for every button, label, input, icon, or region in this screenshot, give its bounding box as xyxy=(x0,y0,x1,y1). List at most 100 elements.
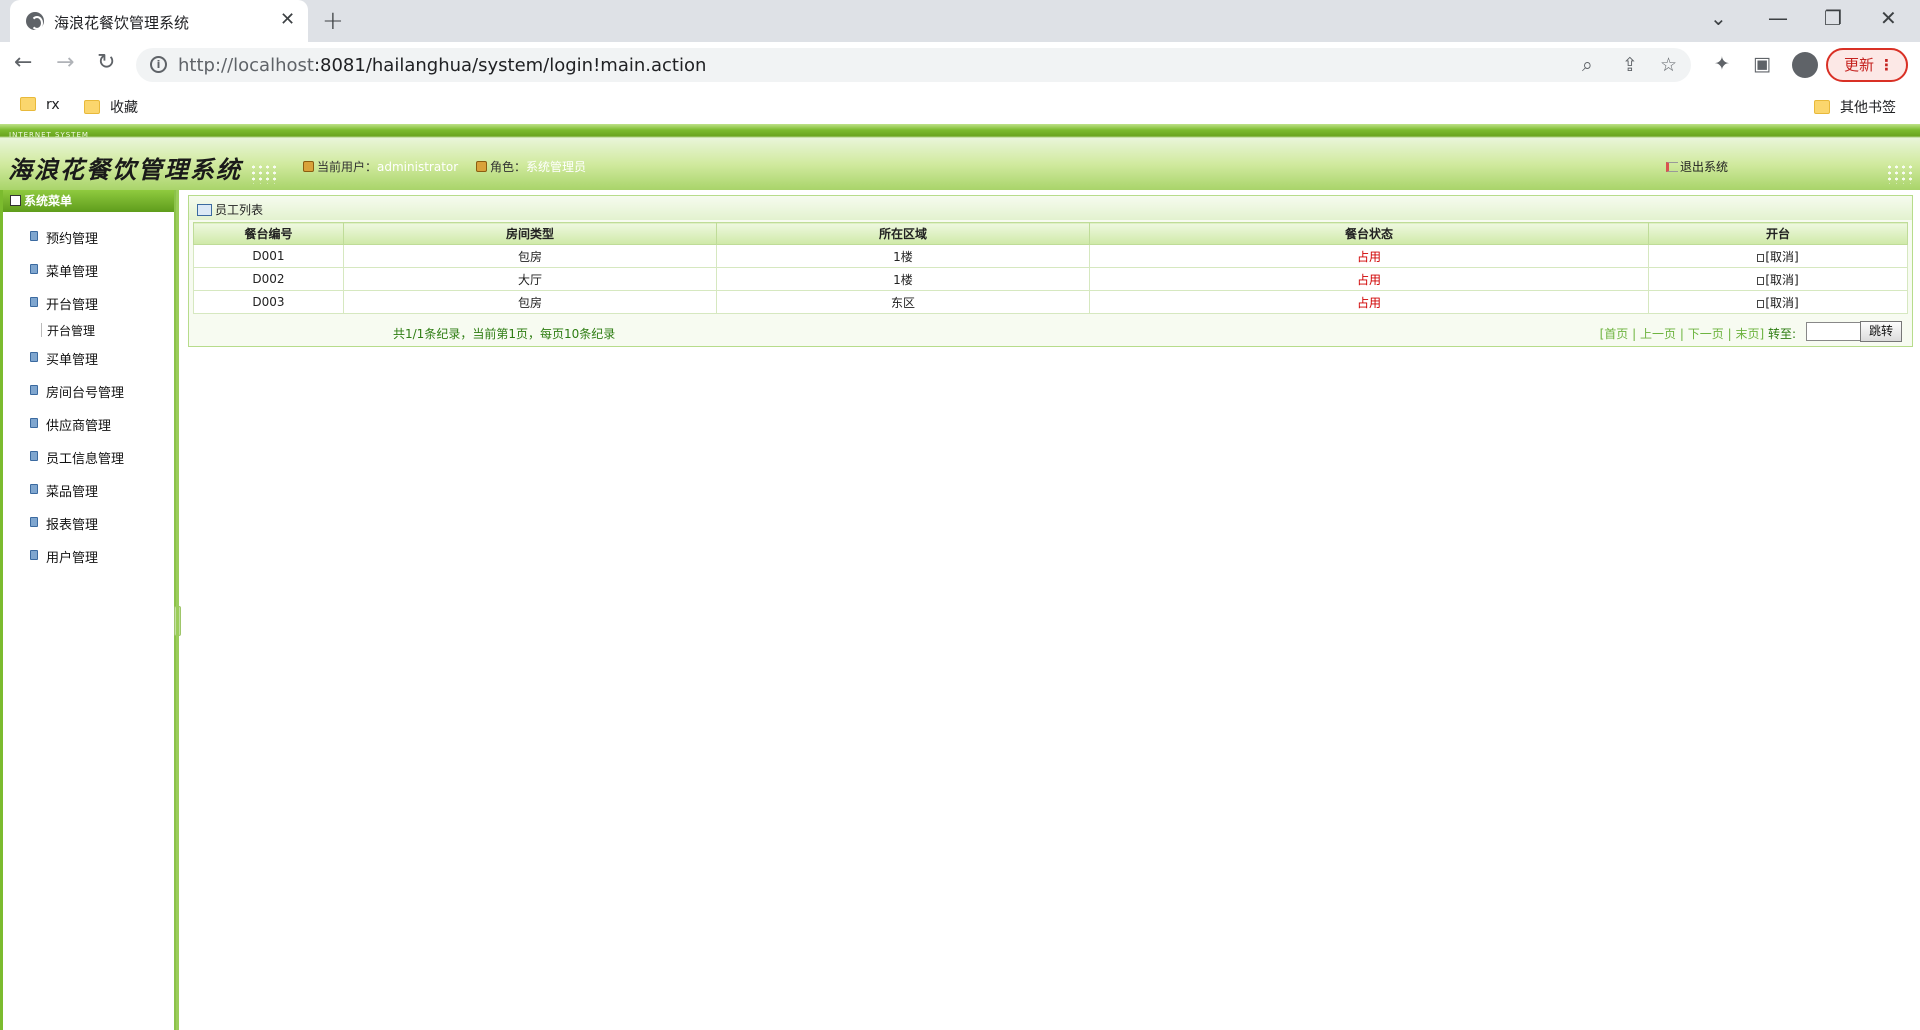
app-viewport: INTERNET SYSTEM 海浪花餐饮管理系统 当前用户：administr… xyxy=(0,124,1920,1030)
forward-icon[interactable]: → xyxy=(56,50,74,75)
list-panel: 员工列表 餐台编号 房间类型 所在区域 餐台状态 开台 D001 包房 1楼 占… xyxy=(188,195,1913,347)
menu-dots-icon: ⋮ xyxy=(1879,56,1894,74)
share-icon[interactable]: ⇪ xyxy=(1622,54,1638,76)
edit-icon xyxy=(1757,299,1765,308)
other-bookmarks[interactable]: 其他书签 xyxy=(1814,97,1896,117)
bookmark-label: 收藏 xyxy=(110,100,138,116)
header-caption: INTERNET SYSTEM xyxy=(9,131,89,139)
sidebar-item-label: 报表管理 xyxy=(46,518,99,533)
cancel-link[interactable]: [取消] xyxy=(1765,296,1798,310)
close-tab-icon[interactable]: ✕ xyxy=(280,9,295,30)
sidebar-item-users[interactable]: 用户管理 xyxy=(3,550,174,584)
panel-title: 员工列表 xyxy=(215,203,264,217)
role-icon xyxy=(476,161,487,172)
cell-id: D003 xyxy=(193,290,344,314)
sidebar-item-label: 买单管理 xyxy=(46,353,99,368)
folder-icon xyxy=(84,100,100,114)
sidebar-item-label: 预约管理 xyxy=(46,232,99,247)
table-row: D002 大厅 1楼 占用 [取消] xyxy=(193,267,1908,291)
reload-icon[interactable]: ↻ xyxy=(97,50,115,75)
close-window-icon[interactable]: ✕ xyxy=(1880,6,1897,30)
jump-button[interactable]: 跳转 xyxy=(1860,321,1902,342)
url-host: http://localhost xyxy=(178,55,314,76)
lock-icon xyxy=(30,264,38,274)
sidebar-item-staff[interactable]: 员工信息管理 xyxy=(3,451,174,485)
sidebar-menu: 预约管理 菜单管理 开台管理 开台管理 买单管理 房间台号管理 供应商管理 员工… xyxy=(3,212,174,584)
dots-decoration xyxy=(1886,164,1914,184)
current-user-value: administrator xyxy=(377,160,459,174)
folder-icon xyxy=(1814,100,1830,114)
next-page-link[interactable]: 下一页 xyxy=(1688,327,1724,341)
sidebar-subitem-open-table[interactable]: 开台管理 xyxy=(3,323,174,353)
sidebar-subitem-label: 开台管理 xyxy=(47,324,96,338)
edit-icon xyxy=(1757,276,1765,285)
restore-icon[interactable]: ❐ xyxy=(1824,6,1842,30)
new-tab-button[interactable]: + xyxy=(322,6,344,36)
sidebar: 系统菜单 预约管理 菜单管理 开台管理 开台管理 买单管理 房间台号管理 供应商… xyxy=(0,190,176,1030)
bookmark-favorites[interactable]: 收藏 xyxy=(84,97,138,117)
panel-header: 员工列表 xyxy=(189,196,1912,220)
side-panel-icon[interactable]: ▣ xyxy=(1753,53,1771,75)
table-header-row: 餐台编号 房间类型 所在区域 餐台状态 开台 xyxy=(193,222,1908,245)
sidebar-item-reservation[interactable]: 预约管理 xyxy=(3,231,174,265)
pager: 共1/1条纪录，当前第1页，每页10条纪录 [首页 | 上一页 | 下一页 | … xyxy=(193,320,1908,344)
bookmark-star-icon[interactable]: ☆ xyxy=(1660,54,1677,76)
bookmarks-bar: rx 收藏 其他书签 xyxy=(0,89,1920,124)
address-bar[interactable]: i http://localhost:8081/hailanghua/syste… xyxy=(136,48,1691,82)
browser-tab-strip: 海浪花餐饮管理系统 ✕ + ⌄ — ❐ ✕ xyxy=(0,0,1920,42)
cell-id: D002 xyxy=(193,267,344,291)
sidebar-item-reports[interactable]: 报表管理 xyxy=(3,517,174,551)
cancel-link[interactable]: [取消] xyxy=(1765,273,1798,287)
update-label: 更新 xyxy=(1844,56,1875,74)
sidebar-item-checkout[interactable]: 买单管理 xyxy=(3,352,174,386)
current-role: 角色：系统管理员 xyxy=(476,158,586,175)
column-header: 房间类型 xyxy=(343,222,717,245)
table-row: D001 包房 1楼 占用 [取消] xyxy=(193,244,1908,268)
role-label: 角色： xyxy=(490,160,527,174)
sidebar-item-menu[interactable]: 菜单管理 xyxy=(3,264,174,298)
back-icon[interactable]: ← xyxy=(14,50,32,75)
cell-action: [取消] xyxy=(1648,267,1908,291)
logout-icon xyxy=(1666,162,1678,172)
pager-separator: | xyxy=(1679,327,1684,341)
url-path: :8081/hailanghua/system/login!main.actio… xyxy=(313,55,707,76)
extensions-icon[interactable]: ✦ xyxy=(1714,53,1730,75)
update-button[interactable]: 更新 ⋮ xyxy=(1826,48,1908,82)
sidebar-item-dishes[interactable]: 菜品管理 xyxy=(3,484,174,518)
tab-search-icon[interactable]: ⌄ xyxy=(1710,6,1727,30)
cancel-link[interactable]: [取消] xyxy=(1765,250,1798,264)
bookmark-label: rx xyxy=(46,97,60,113)
current-user: 当前用户：administrator xyxy=(303,158,458,175)
minimize-icon[interactable]: — xyxy=(1768,6,1788,30)
bookmark-rx[interactable]: rx xyxy=(20,97,60,113)
column-header: 餐台编号 xyxy=(193,222,344,245)
sidebar-title: 系统菜单 xyxy=(24,194,73,208)
cell-status: 占用 xyxy=(1089,267,1649,291)
prev-page-link[interactable]: 上一页 xyxy=(1640,327,1676,341)
first-page-link[interactable]: [首页 xyxy=(1600,327,1629,341)
cell-action: [取消] xyxy=(1648,244,1908,268)
sidebar-item-label: 菜品管理 xyxy=(46,485,99,500)
lock-icon xyxy=(30,451,38,461)
browser-tab[interactable]: 海浪花餐饮管理系统 ✕ xyxy=(10,0,308,42)
pager-summary: 共1/1条纪录，当前第1页，每页10条纪录 xyxy=(393,327,616,341)
role-value: 系统管理员 xyxy=(526,160,587,174)
lock-icon xyxy=(30,385,38,395)
cell-area: 1楼 xyxy=(716,244,1090,268)
logout-link[interactable]: 退出系统 xyxy=(1666,158,1728,175)
lock-icon xyxy=(30,550,38,560)
url-text[interactable]: http://localhost:8081/hailanghua/system/… xyxy=(178,55,706,76)
lock-icon xyxy=(30,517,38,527)
last-page-link[interactable]: 末页] xyxy=(1735,327,1764,341)
sidebar-item-suppliers[interactable]: 供应商管理 xyxy=(3,418,174,452)
tab-title: 海浪花餐饮管理系统 xyxy=(54,14,190,32)
pager-links: [首页 | 上一页 | 下一页 | 末页] 转至: xyxy=(1600,325,1796,342)
page-jump-input[interactable] xyxy=(1806,322,1864,341)
lock-icon xyxy=(30,297,38,307)
list-icon xyxy=(197,204,212,216)
app-header: INTERNET SYSTEM 海浪花餐饮管理系统 当前用户：administr… xyxy=(0,124,1920,190)
sidebar-item-rooms[interactable]: 房间台号管理 xyxy=(3,385,174,419)
zoom-icon[interactable]: ⌕ xyxy=(1582,54,1593,76)
site-info-icon[interactable]: i xyxy=(150,56,167,73)
profile-avatar-icon[interactable] xyxy=(1792,52,1818,78)
